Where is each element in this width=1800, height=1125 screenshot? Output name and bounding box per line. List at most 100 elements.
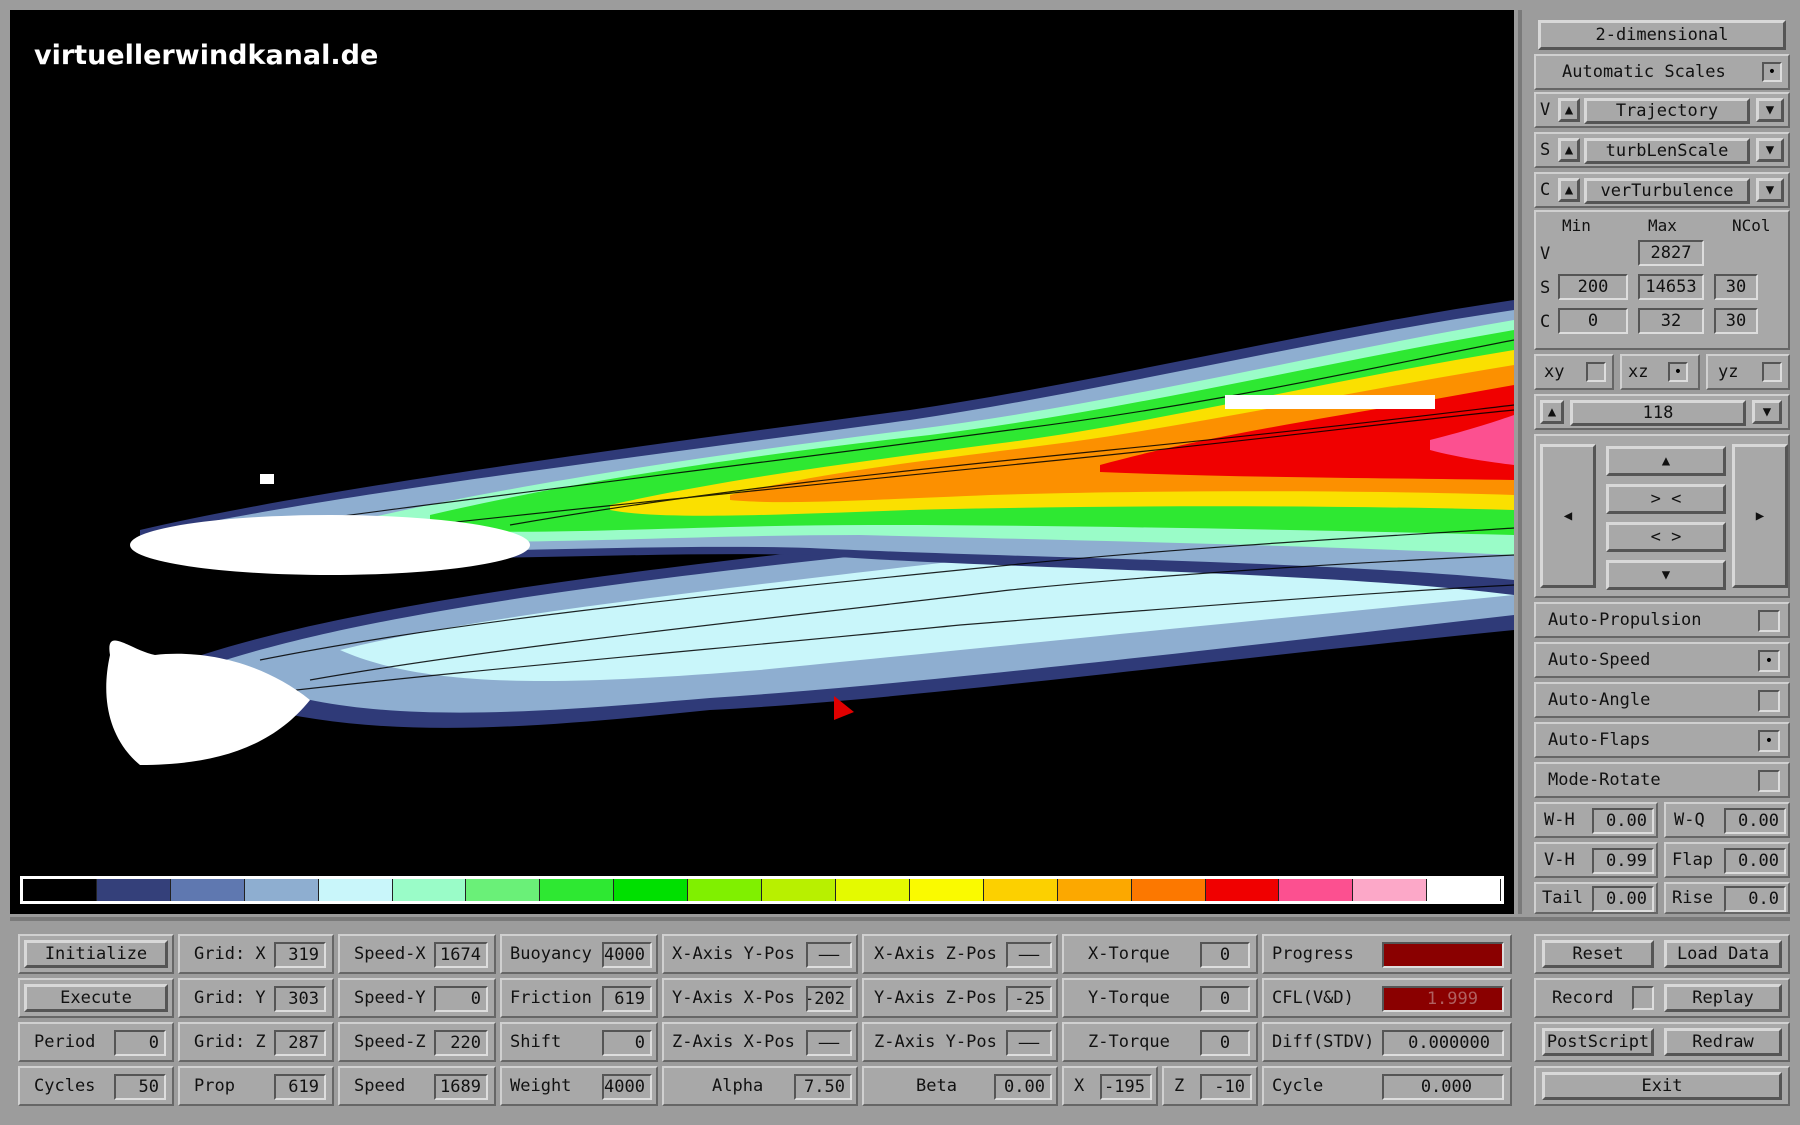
- toggle-auto-speed-checkbox[interactable]: •: [1758, 650, 1780, 672]
- y-axis-x-pos-value[interactable]: -202: [806, 986, 852, 1012]
- pan-left-button[interactable]: ◀: [1540, 444, 1596, 588]
- redraw-button[interactable]: Redraw: [1664, 1028, 1782, 1056]
- buoyancy-value[interactable]: 4000: [602, 942, 652, 968]
- y-axis-z-pos-value[interactable]: -25: [1006, 986, 1052, 1012]
- scalar-prev-button[interactable]: ▲: [1558, 138, 1580, 162]
- auto-scales-checkbox[interactable]: •: [1762, 62, 1782, 82]
- grid-z-label: Grid: Z: [194, 1032, 266, 1052]
- exit-button[interactable]: Exit: [1542, 1072, 1782, 1100]
- shift-value[interactable]: 0: [602, 1030, 652, 1056]
- plane-xz-radio[interactable]: •: [1668, 362, 1688, 382]
- scale-s-max[interactable]: 14653: [1638, 274, 1704, 300]
- param-v-h-value[interactable]: 0.99: [1592, 848, 1654, 874]
- cycles-cell: Cycles 50: [18, 1066, 174, 1106]
- alpha-cell: Alpha 7.50: [662, 1066, 858, 1106]
- pan-up-button[interactable]: ▲: [1606, 446, 1726, 476]
- postscript-button[interactable]: PostScript: [1542, 1028, 1654, 1056]
- toggle-auto-propulsion-checkbox[interactable]: [1758, 610, 1780, 632]
- progress-bar-fill: [1384, 944, 1502, 966]
- x-torque-label: X-Torque: [1088, 944, 1170, 964]
- x-pos-value[interactable]: -195: [1100, 1074, 1152, 1100]
- friction-value[interactable]: 619: [602, 986, 652, 1012]
- vector-mode-field[interactable]: Trajectory: [1584, 98, 1750, 124]
- slice-down-button[interactable]: ▼: [1752, 400, 1782, 424]
- color-mode-field[interactable]: verTurbulence: [1584, 178, 1750, 204]
- initialize-button[interactable]: Initialize: [24, 940, 168, 968]
- replay-button[interactable]: Replay: [1664, 984, 1782, 1012]
- x-axis-z-pos-value[interactable]: ——: [1006, 942, 1052, 968]
- param-w-q-value[interactable]: 0.00: [1724, 808, 1786, 834]
- alpha-value[interactable]: 7.50: [794, 1074, 852, 1100]
- period-value[interactable]: 0: [114, 1030, 166, 1056]
- action-panel: Reset Load Data Record Replay PostScript…: [1530, 926, 1794, 1121]
- color-prev-button[interactable]: ▲: [1558, 178, 1580, 202]
- visualization-viewport[interactable]: virtuellerwindkanal.de: [10, 10, 1514, 914]
- scalar-next-button[interactable]: ▼: [1756, 138, 1784, 162]
- grid-x-value[interactable]: 319: [274, 942, 326, 968]
- pan-down-button[interactable]: ▼: [1606, 560, 1726, 590]
- diff-cell: Diff(STDV) 0.000000: [1262, 1022, 1512, 1062]
- record-label: Record: [1552, 988, 1614, 1008]
- mode-button[interactable]: 2-dimensional: [1538, 20, 1786, 50]
- toggle-auto-angle-checkbox[interactable]: [1758, 690, 1780, 712]
- plane-yz-radio[interactable]: [1762, 362, 1782, 382]
- param-rise-value[interactable]: 0.0: [1724, 886, 1786, 912]
- execute-button[interactable]: Execute: [24, 984, 168, 1012]
- zoom-out-button[interactable]: < >: [1606, 522, 1726, 552]
- grid-y-value[interactable]: 303: [274, 986, 326, 1012]
- z-axis-y-pos-value[interactable]: ——: [1006, 1030, 1052, 1056]
- plane-xy-label: xy: [1544, 362, 1565, 382]
- zoom-in-button[interactable]: > <: [1606, 484, 1726, 514]
- speed-y-value[interactable]: 0: [434, 986, 488, 1012]
- scalar-mode-field[interactable]: turbLenScale: [1584, 138, 1750, 164]
- scale-c-ncol[interactable]: 30: [1714, 308, 1758, 334]
- plane-xy-radio[interactable]: [1586, 362, 1606, 382]
- reset-button[interactable]: Reset: [1542, 940, 1654, 968]
- grid-z-cell: Grid: Z 287: [178, 1022, 334, 1062]
- param-flap-value[interactable]: 0.00: [1724, 848, 1786, 874]
- y-torque-value[interactable]: 0: [1200, 986, 1250, 1012]
- z-pos-value[interactable]: -10: [1200, 1074, 1252, 1100]
- record-toggle[interactable]: [1632, 986, 1654, 1010]
- toggle-auto-flaps: Auto-Flaps •: [1534, 722, 1790, 758]
- pan-right-button[interactable]: ▶: [1732, 444, 1788, 588]
- speed-z-value[interactable]: 220: [434, 1030, 488, 1056]
- buoyancy-label: Buoyancy: [510, 944, 592, 964]
- speed-x-value[interactable]: 1674: [434, 942, 488, 968]
- x-torque-value[interactable]: 0: [1200, 942, 1250, 968]
- diff-label: Diff(STDV): [1272, 1032, 1375, 1052]
- z-axis-x-pos-label: Z-Axis X-Pos: [672, 1032, 795, 1052]
- param-tail-value[interactable]: 0.00: [1592, 886, 1654, 912]
- scale-s-min[interactable]: 200: [1558, 274, 1628, 300]
- toggle-auto-flaps-checkbox[interactable]: •: [1758, 730, 1780, 752]
- scale-s-ncol[interactable]: 30: [1714, 274, 1758, 300]
- speed-value[interactable]: 1689: [434, 1074, 488, 1100]
- toggle-auto-speed: Auto-Speed •: [1534, 642, 1790, 678]
- vector-next-button[interactable]: ▼: [1756, 98, 1784, 122]
- param-w-h-value[interactable]: 0.00: [1592, 808, 1654, 834]
- x-axis-y-pos-value[interactable]: ——: [806, 942, 852, 968]
- prop-value[interactable]: 619: [274, 1074, 326, 1100]
- legend-swatch: [23, 879, 97, 901]
- grid-x-label: Grid: X: [194, 944, 266, 964]
- slice-value[interactable]: 118: [1570, 400, 1746, 426]
- z-axis-y-pos-label: Z-Axis Y-Pos: [874, 1032, 997, 1052]
- scale-c-max[interactable]: 32: [1638, 308, 1704, 334]
- scale-c-min[interactable]: 0: [1558, 308, 1628, 334]
- scale-v-max[interactable]: 2827: [1638, 240, 1704, 266]
- param-w-h: W-H 0.00: [1534, 802, 1658, 838]
- z-torque-value[interactable]: 0: [1200, 1030, 1250, 1056]
- grid-z-value[interactable]: 287: [274, 1030, 326, 1056]
- diff-value: 0.000000: [1382, 1030, 1504, 1056]
- z-axis-x-pos-value[interactable]: ——: [806, 1030, 852, 1056]
- slice-up-button[interactable]: ▲: [1540, 400, 1564, 424]
- weight-value[interactable]: 4000: [602, 1074, 652, 1100]
- vector-prev-button[interactable]: ▲: [1558, 98, 1580, 122]
- beta-value[interactable]: 0.00: [994, 1074, 1052, 1100]
- color-legend-bar: [20, 876, 1504, 904]
- load-data-button[interactable]: Load Data: [1664, 940, 1782, 968]
- cycles-value[interactable]: 50: [114, 1074, 166, 1100]
- color-next-button[interactable]: ▼: [1756, 178, 1784, 202]
- auto-scales-row: Automatic Scales •: [1534, 54, 1790, 90]
- toggle-mode-rotate-checkbox[interactable]: [1758, 770, 1780, 792]
